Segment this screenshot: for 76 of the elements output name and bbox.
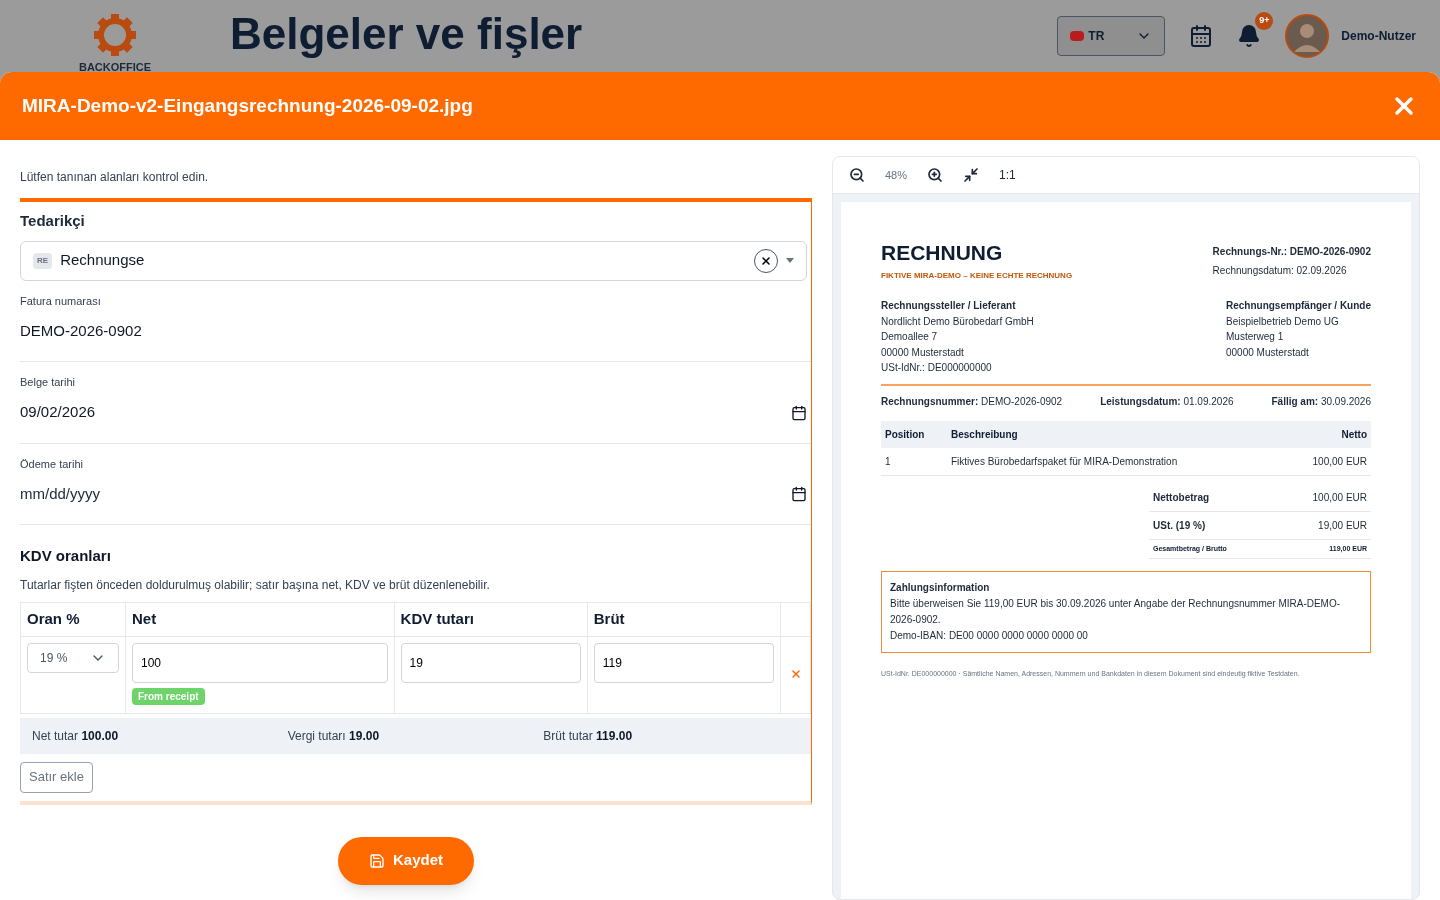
calendar-icon[interactable] xyxy=(791,486,807,502)
sum-label: USt. (19 %) xyxy=(1153,518,1206,533)
address-line: 00000 Musterstadt xyxy=(1226,345,1310,360)
section-title: KDV oranları xyxy=(20,546,112,566)
supplier-initials: RE xyxy=(33,252,53,269)
dropdown-icon[interactable] xyxy=(786,258,794,263)
address-heading: Rechnungsempfänger / Kunde xyxy=(1226,299,1371,314)
notification-badge: 9+ xyxy=(1255,12,1274,30)
column-header: Netto xyxy=(1281,420,1371,448)
calendar-icon[interactable] xyxy=(791,404,807,421)
address-line: Nordlicht Demo Bürobedarf GmbH xyxy=(881,314,1034,329)
sum-label: Nettobetrag xyxy=(1153,490,1210,505)
invoice-info: Leistungsdatum: 01.09.2026 xyxy=(1100,394,1234,409)
invoice-info: Rechnungsnummer: DEMO-2026-0902 xyxy=(881,394,1063,409)
payment-text: Demo-IBAN: DE00 0000 0000 0000 0000 00 xyxy=(890,629,1089,644)
save-icon xyxy=(369,852,385,869)
payment-text: Bitte überweisen Sie 119,00 EUR bis 30.09.2026 unter Angabe der Rechnungsnummer MIRA-DEMO-2026-0902. xyxy=(890,597,1342,628)
sum-value: 19,00 EUR xyxy=(1318,518,1367,533)
column-header: Position xyxy=(881,420,947,448)
total-text: Brüt tutar 119.00 xyxy=(543,727,634,745)
total-text: Vergi tutarı 19.00 xyxy=(287,727,381,745)
source-tag: From receipt xyxy=(132,687,205,705)
document-subtitle: FIKTIVE MIRA-DEMO – KEINE ECHTE RECHNUNG xyxy=(881,270,1073,283)
field-label: Belge tarihi xyxy=(20,375,77,390)
sum-value: 100,00 EUR xyxy=(1312,490,1367,505)
address-line: USt-IdNr.: DE000000000 xyxy=(881,361,993,376)
flag-icon xyxy=(1070,31,1085,41)
net-input[interactable]: 100 xyxy=(132,642,388,683)
vat-input[interactable]: 19 xyxy=(400,642,581,683)
invoice-meta: Rechnungsdatum: 02.09.2026 xyxy=(1212,264,1348,278)
invoice-meta: Rechnungs-Nr.: DEMO-2026-0902 xyxy=(1212,245,1371,259)
hint-text: Lütfen tanınan alanları kontrol edin. xyxy=(20,169,210,186)
table-cell: 100,00 EUR xyxy=(1281,447,1371,476)
date-field[interactable]: mm/dd/yyyy xyxy=(20,482,791,506)
user-name[interactable]: Demo-Nutzer xyxy=(1341,27,1416,45)
address-line: Musterweg 1 xyxy=(1226,330,1285,345)
fit-button[interactable] xyxy=(963,167,980,183)
column-header: KDV tutarı xyxy=(394,602,588,636)
zoom-level: 48% xyxy=(885,167,908,183)
modal-title: MIRA-Demo-v2-Eingangsrechnung-2026-09-02.jpg xyxy=(22,93,473,118)
address-line: Beispielbetrieb Demo UG xyxy=(1226,314,1340,329)
logo-text: BACKOFFICE xyxy=(78,62,152,73)
document-title: RECHNUNG xyxy=(881,240,1004,266)
date-field[interactable]: 09/02/2026 xyxy=(20,401,791,424)
address-line: Demoallee 7 xyxy=(881,330,939,345)
rate-select[interactable]: 19 % xyxy=(27,642,119,673)
field-label: Ödeme tarihi xyxy=(20,456,84,472)
zoom-in-button[interactable] xyxy=(927,167,944,183)
column-header: Beschreibung xyxy=(947,420,1282,448)
address-line: 00000 Musterstadt xyxy=(881,345,965,360)
total-text: Net tutar 100.00 xyxy=(32,727,120,745)
section-title: Tedarikçi xyxy=(20,211,86,231)
avatar-icon xyxy=(1285,14,1330,58)
input-field[interactable]: DEMO-2026-0902 xyxy=(20,319,807,343)
supplier-select[interactable]: RE Rechnungse xyxy=(20,240,807,281)
table-cell: 1 xyxy=(881,447,947,476)
page-title: Belgeler ve fişler xyxy=(230,8,583,60)
add-row-button[interactable]: Satır ekle xyxy=(20,761,93,793)
language-select[interactable]: TR xyxy=(1057,16,1166,56)
actual-size-button[interactable]: 1:1 xyxy=(999,166,1016,184)
address-heading: Rechnungssteller / Lieferant xyxy=(881,299,1017,314)
remove-row-button[interactable] xyxy=(789,667,802,680)
bell-icon[interactable] xyxy=(1237,24,1262,48)
field-label: Fatura numarası xyxy=(20,293,102,309)
column-header: Net xyxy=(125,602,395,636)
invoice-info: Fällig am: 30.09.2026 xyxy=(1271,394,1371,409)
gear-logo-icon xyxy=(92,12,138,58)
column-header: Brüt xyxy=(587,602,781,636)
section-description: Tutarlar fişten önceden doldurulmuş olabilir; satır başına net, KDV ve brüt düzenlenebilir. xyxy=(20,576,491,594)
zoom-out-button[interactable] xyxy=(849,167,865,183)
calendar-icon[interactable] xyxy=(1189,24,1214,48)
gross-input[interactable]: 119 xyxy=(593,642,774,683)
payment-heading: Zahlungsinformation xyxy=(890,581,991,596)
column-header: Oran % xyxy=(20,602,126,636)
table-cell: Fiktives Bürobedarfspaket für MIRA-Demonstration xyxy=(947,447,1282,476)
clear-icon xyxy=(760,254,772,267)
